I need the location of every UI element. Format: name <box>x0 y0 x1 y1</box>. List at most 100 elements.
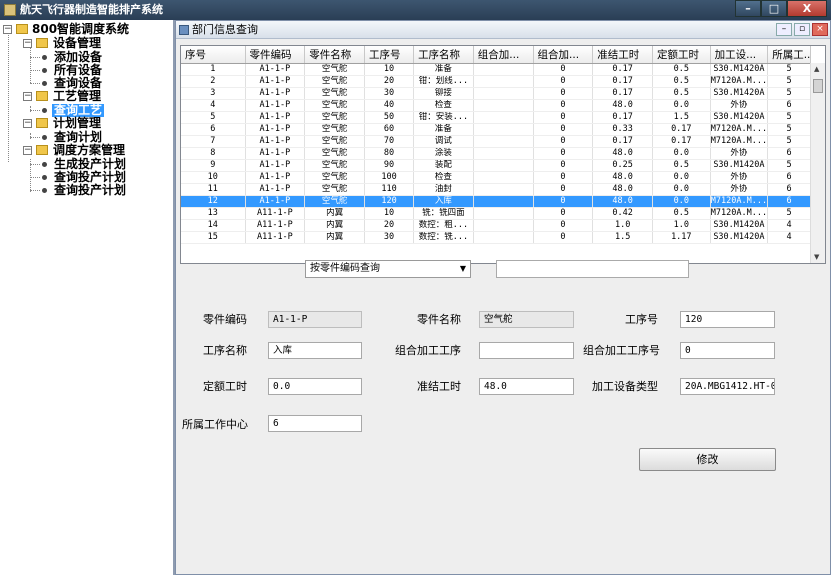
table-cell: S30.M1420A <box>710 111 769 124</box>
collapse-icon[interactable]: − <box>23 92 32 101</box>
table-cell: 外协 <box>710 183 769 196</box>
inner-close-button[interactable]: × <box>812 23 828 36</box>
table-row[interactable]: 9 A1-1-P 空气舵 90 装配 0 0.25 0.5 S30.M1420A 5 <box>181 159 811 172</box>
table-cell: 6 <box>767 171 811 184</box>
table-cell: 40 <box>364 99 415 112</box>
table-row[interactable]: 4 A1-1-P 空气舵 40 检查 0 48.0 0.0 外协 6 <box>181 99 811 112</box>
table-cell: 0 <box>533 159 594 172</box>
table-row[interactable]: 10 A1-1-P 空气舵 100 检查 0 48.0 0.0 外协 6 <box>181 171 811 184</box>
scroll-up-icon[interactable]: ▲ <box>814 65 819 73</box>
collapse-icon[interactable]: − <box>23 146 32 155</box>
table-row[interactable]: 3 A1-1-P 空气舵 30 铆接 0 0.17 0.5 S30.M1420A 5 <box>181 87 811 100</box>
inner-minimize-button[interactable]: – <box>776 23 792 36</box>
table-row[interactable]: 15 A11-1-P 内翼 30 数控：铣... 0 1.5 1.17 S30.M1420A 4 <box>181 231 811 244</box>
tree-root-label: 800智能调度系统 <box>32 22 130 36</box>
column-header[interactable]: 定额工时 <box>652 46 711 64</box>
work-center-field[interactable]: 6 <box>268 415 362 432</box>
table-cell: 内翼 <box>304 207 365 220</box>
table-row[interactable]: 2 A1-1-P 空气舵 20 钳：划线... 0 0.17 0.5 M7120A.M... 5 <box>181 75 811 88</box>
table-cell <box>473 75 534 88</box>
column-header[interactable]: 加工设... <box>710 46 769 64</box>
column-header[interactable]: 零件名称 <box>304 46 365 64</box>
table-cell: 0.17 <box>592 111 653 124</box>
maximize-button[interactable]: □ <box>761 0 787 17</box>
table-scrollbar[interactable]: ▲ ▼ <box>810 63 825 263</box>
close-button[interactable]: X <box>787 0 827 17</box>
search-mode-value: 按零件编码查询 <box>310 263 380 274</box>
table-cell: 0.17 <box>592 75 653 88</box>
window-icon <box>179 25 189 35</box>
minimize-button[interactable]: – <box>735 0 761 17</box>
table-cell: 0.0 <box>652 183 711 196</box>
combo-op-no-label: 组合加工工序号 <box>583 344 660 357</box>
inner-window-controls: – ▫ × <box>776 23 828 36</box>
table-cell: 0 <box>533 183 594 196</box>
table-row[interactable]: 7 A1-1-P 空气舵 70 调试 0 0.17 0.17 M7120A.M... 5 <box>181 135 811 148</box>
search-mode-select[interactable]: 按零件编码查询 ▼ <box>305 260 471 278</box>
table-cell: 70 <box>364 135 415 148</box>
collapse-icon[interactable]: − <box>3 25 12 34</box>
search-input[interactable] <box>496 260 689 278</box>
table-cell: 0 <box>533 123 594 136</box>
combo-op-field[interactable] <box>479 342 574 359</box>
table-row[interactable]: 8 A1-1-P 空气舵 80 涂装 0 48.0 0.0 外协 6 <box>181 147 811 160</box>
scroll-thumb[interactable] <box>813 79 823 93</box>
scroll-down-icon[interactable]: ▼ <box>814 253 819 261</box>
table-cell: 外协 <box>710 171 769 184</box>
quota-hours-field[interactable]: 0.0 <box>268 378 362 395</box>
column-header[interactable]: 工序号 <box>364 46 415 64</box>
table-cell: 0.17 <box>592 63 653 76</box>
table-row[interactable]: 13 A11-1-P 内翼 10 铣：铣四面 0 0.42 0.5 M7120A.M... 5 <box>181 207 811 220</box>
table-cell: 5 <box>767 135 811 148</box>
tree-connector <box>30 106 31 112</box>
table-cell: 6 <box>767 183 811 196</box>
chevron-down-icon: ▼ <box>459 264 466 273</box>
table-cell: 15 <box>181 231 246 244</box>
inner-restore-button[interactable]: ▫ <box>794 23 810 36</box>
table-cell: 48.0 <box>592 171 653 184</box>
collapse-icon[interactable]: − <box>23 119 32 128</box>
op-no-field[interactable]: 120 <box>680 311 775 328</box>
table-cell: 0 <box>533 87 594 100</box>
table-cell: 外协 <box>710 99 769 112</box>
table-row[interactable]: 14 A11-1-P 内翼 20 数控：粗... 0 1.0 1.0 S30.M1420A 4 <box>181 219 811 232</box>
column-header[interactable]: 组合加... <box>533 46 594 64</box>
table-row[interactable]: 6 A1-1-P 空气舵 60 准备 0 0.33 0.17 M7120A.M... 5 <box>181 123 811 136</box>
table-row[interactable]: 11 A1-1-P 空气舵 110 油封 0 48.0 0.0 外协 6 <box>181 183 811 196</box>
column-header[interactable]: 零件编码 <box>245 46 306 64</box>
table-cell: S30.M1420A <box>710 219 769 232</box>
table-cell: 0.17 <box>652 135 711 148</box>
collapse-icon[interactable]: − <box>23 39 32 48</box>
app-icon <box>4 4 16 16</box>
combo-op-no-field[interactable]: 0 <box>680 342 775 359</box>
bullet-icon <box>42 162 47 167</box>
table-cell: 10 <box>364 63 415 76</box>
table-cell: A1-1-P <box>245 87 306 100</box>
column-header[interactable]: 工序名称 <box>413 46 474 64</box>
table-cell <box>473 159 534 172</box>
table-cell: 钳：安装... <box>413 111 474 124</box>
table-row[interactable]: 1 A1-1-P 空气舵 10 准备 0 0.17 0.5 S30.M1420A 5 <box>181 63 811 76</box>
table-row[interactable]: 5 A1-1-P 空气舵 50 钳：安装... 0 0.17 1.5 S30.M1420A 5 <box>181 111 811 124</box>
table-cell: 50 <box>364 111 415 124</box>
folder-icon <box>36 118 48 128</box>
op-name-label: 工序名称 <box>203 344 247 357</box>
equip-type-field[interactable]: 20A.MBG1412.HT-025 <box>680 378 775 395</box>
table-cell: 检查 <box>413 171 474 184</box>
setup-hours-field[interactable]: 48.0 <box>479 378 574 395</box>
op-no-label: 工序号 <box>625 313 658 326</box>
column-header[interactable]: 序号 <box>181 46 246 64</box>
table-cell: 8 <box>181 147 246 160</box>
table-cell: 空气舵 <box>304 195 365 208</box>
table-row[interactable]: 12 A1-1-P 空气舵 120 入库 0 48.0 0.0 M7120A.M... 6 <box>181 195 811 208</box>
column-header[interactable]: 准结工时 <box>592 46 653 64</box>
table-cell: 30 <box>364 87 415 100</box>
table-cell: 7 <box>181 135 246 148</box>
modify-button[interactable]: 修改 <box>639 448 776 471</box>
op-name-field[interactable]: 入库 <box>268 342 362 359</box>
column-header[interactable]: 所属工... <box>767 46 811 64</box>
column-header[interactable]: 组合加... <box>473 46 534 64</box>
table-cell: 外协 <box>710 147 769 160</box>
process-table[interactable]: 序号 零件编码 零件名称 工序号 工序名称 组合加... 组合加... 准结工时… <box>180 45 826 264</box>
table-cell: 5 <box>181 111 246 124</box>
